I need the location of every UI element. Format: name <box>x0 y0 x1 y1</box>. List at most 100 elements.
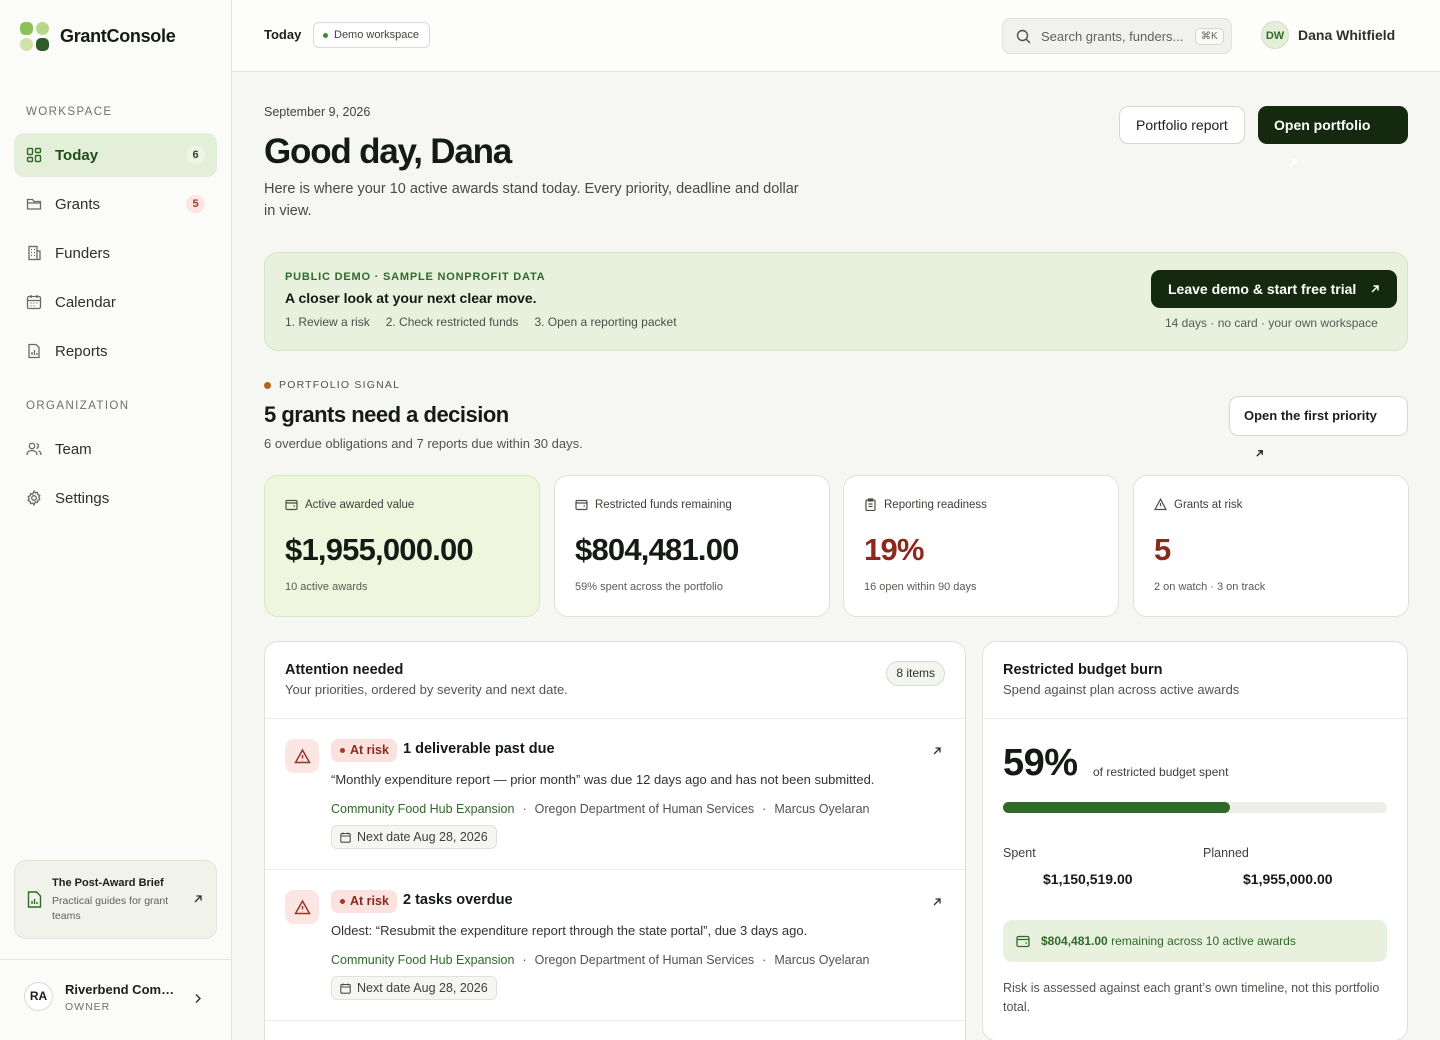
sidebar-item-today[interactable]: Today 6 <box>14 133 217 177</box>
search-shortcut: ⌘K <box>1195 27 1224 45</box>
avatar: DW <box>1261 21 1289 49</box>
open-portfolio-button[interactable]: Open portfolio <box>1258 106 1408 167</box>
report-icon <box>28 343 40 359</box>
remaining-text: remaining across 10 active awards <box>1111 934 1296 948</box>
brand[interactable]: GrantConsole <box>20 22 176 51</box>
brand-name: GrantConsole <box>60 26 176 46</box>
separator: · <box>522 802 527 816</box>
dashboard-icon <box>26 147 42 163</box>
sidebar-item-grants[interactable]: Grants 5 <box>14 182 217 226</box>
warning-icon <box>293 747 311 763</box>
organization-heading: ORGANIZATION <box>26 400 130 412</box>
kpi-value: 19% <box>864 532 924 567</box>
spent-label: Spent <box>1003 846 1036 860</box>
search-input[interactable] <box>1041 28 1185 44</box>
attention-header: Attention needed Your priorities, ordere… <box>265 642 965 719</box>
banner-steps: 1. Review a risk 2. Check restricted fun… <box>285 315 677 329</box>
sidebar-item-settings[interactable]: Settings <box>14 476 217 520</box>
list-item[interactable]: At risk 2 tasks overdue Oldest: “Resubmi… <box>265 870 965 1021</box>
item-title: 1 deliverable past due <box>403 741 555 757</box>
item-description: “Monthly expenditure report — prior mont… <box>331 772 875 787</box>
gear-icon <box>27 490 41 506</box>
kpi-reporting-readiness[interactable]: Reporting readiness 19% 16 open within 9… <box>843 475 1119 617</box>
portfolio-report-button[interactable]: Portfolio report <box>1119 106 1245 144</box>
organization-switcher[interactable]: RA Riverbend Com… OWNER <box>0 959 231 1040</box>
kpi-subtext: 10 active awards <box>285 581 368 593</box>
sidebar-item-funders[interactable]: Funders <box>14 231 217 275</box>
search-box[interactable]: ⌘K <box>1002 18 1232 54</box>
burn-note: Risk is assessed against each grant’s ow… <box>1003 981 1380 1014</box>
open-first-priority-button[interactable]: Open the first priority <box>1229 396 1408 457</box>
page-title: Good day, Dana <box>264 132 512 171</box>
alert-icon-wrap <box>285 739 319 773</box>
grant-link[interactable]: Community Food Hub Expansion <box>331 802 514 816</box>
current-date: September 9, 2026 <box>264 105 371 119</box>
list-item[interactable]: At risk 1 deliverable past due “Monthly … <box>265 719 965 870</box>
org-role: OWNER <box>65 1001 111 1013</box>
user-menu[interactable]: DW Dana Whitfield <box>1261 21 1395 49</box>
item-title: 2 tasks overdue <box>403 892 513 908</box>
arrow-up-right-icon[interactable] <box>932 897 942 907</box>
warning-icon <box>293 898 311 914</box>
brief-title: The Post-Award Brief <box>52 877 164 889</box>
sidebar: GrantConsole WORKSPACE Today 6 Grants 5 … <box>0 0 232 1040</box>
funder-name: Oregon Department of Human Services <box>534 953 755 967</box>
org-avatar: RA <box>24 982 53 1011</box>
burn-percent-caption: of restricted budget spent <box>1093 765 1229 779</box>
next-date-chip: Next date Aug 28, 2026 <box>331 976 497 1000</box>
owner-name: Marcus Oyelaran <box>774 802 870 816</box>
banner-step[interactable]: 2. Check restricted funds <box>386 315 519 329</box>
sidebar-item-reports[interactable]: Reports <box>14 329 217 373</box>
next-date-text: Next date Aug 28, 2026 <box>357 981 488 995</box>
trial-note: 14 days · no card · your own workspace <box>1165 316 1378 330</box>
kpi-grants-at-risk[interactable]: Grants at risk 5 2 on watch · 3 on track <box>1133 475 1409 617</box>
search-icon <box>1016 29 1031 43</box>
kpi-label-text: Restricted funds remaining <box>595 498 732 511</box>
attention-card: Attention needed Your priorities, ordere… <box>264 641 966 1040</box>
user-name: Dana Whitfield <box>1298 27 1396 43</box>
banner-step[interactable]: 3. Open a reporting packet <box>534 315 676 329</box>
banner-step[interactable]: 1. Review a risk <box>285 315 370 329</box>
kpi-restricted-funds-remaining[interactable]: Restricted funds remaining $804,481.00 5… <box>554 475 830 617</box>
demo-workspace-pill[interactable]: Demo workspace <box>313 22 430 48</box>
arrow-up-right-icon <box>194 895 202 903</box>
open-portfolio-label: Open portfolio <box>1274 117 1371 133</box>
spent-value: $1,150,519.00 <box>1043 871 1133 887</box>
kpi-value: 5 <box>1154 532 1171 567</box>
next-date-chip: Next date Aug 28, 2026 <box>331 825 497 849</box>
item-meta: Community Food Hub Expansion · Oregon De… <box>331 802 870 816</box>
workspace-heading: WORKSPACE <box>26 106 113 118</box>
document-chart-icon <box>27 891 42 908</box>
kpi-label: Grants at risk <box>1154 498 1242 511</box>
wallet-icon <box>1016 935 1030 948</box>
grant-link[interactable]: Community Food Hub Expansion <box>331 953 514 967</box>
arrow-up-right-icon[interactable] <box>932 746 942 756</box>
clipboard-icon <box>865 498 876 511</box>
post-award-brief-card[interactable]: The Post-Award Brief Practical guides fo… <box>14 860 217 939</box>
kpi-label: Restricted funds remaining <box>575 498 732 511</box>
sidebar-item-team[interactable]: Team <box>14 427 217 471</box>
kpi-active-awarded-value[interactable]: Active awarded value $1,955,000.00 10 ac… <box>264 475 540 617</box>
arrow-up-right-icon <box>1289 159 1297 167</box>
burn-progress-fill <box>1003 802 1230 813</box>
item-description: Oldest: “Resubmit the expenditure report… <box>331 923 808 938</box>
owner-name: Marcus Oyelaran <box>774 953 870 967</box>
calendar-icon <box>26 295 42 310</box>
topbar: Today Demo workspace ⌘K DW Dana Whitfiel… <box>232 0 1440 72</box>
signal-title: 5 grants need a decision <box>264 402 509 427</box>
sidebar-item-label: Settings <box>55 489 110 507</box>
kpi-subtext: 59% spent across the portfolio <box>575 581 723 593</box>
chevron-right-icon <box>195 994 201 1003</box>
topbar-title: Today <box>264 27 302 42</box>
grants-count-badge: 5 <box>186 195 205 213</box>
banner-eyebrow: PUBLIC DEMO · SAMPLE NONPROFIT DATA <box>285 271 546 283</box>
open-first-priority-label: Open the first priority <box>1244 408 1377 423</box>
brand-logo-icon <box>20 22 49 51</box>
sidebar-item-calendar[interactable]: Calendar <box>14 280 217 324</box>
kpi-label-text: Active awarded value <box>305 498 415 511</box>
wallet-icon <box>285 499 298 511</box>
burn-percent: 59% <box>1003 742 1078 784</box>
sidebar-item-label: Today <box>55 146 99 164</box>
start-trial-button[interactable]: Leave demo & start free trial <box>1151 270 1398 308</box>
attention-title: Attention needed <box>285 662 404 678</box>
